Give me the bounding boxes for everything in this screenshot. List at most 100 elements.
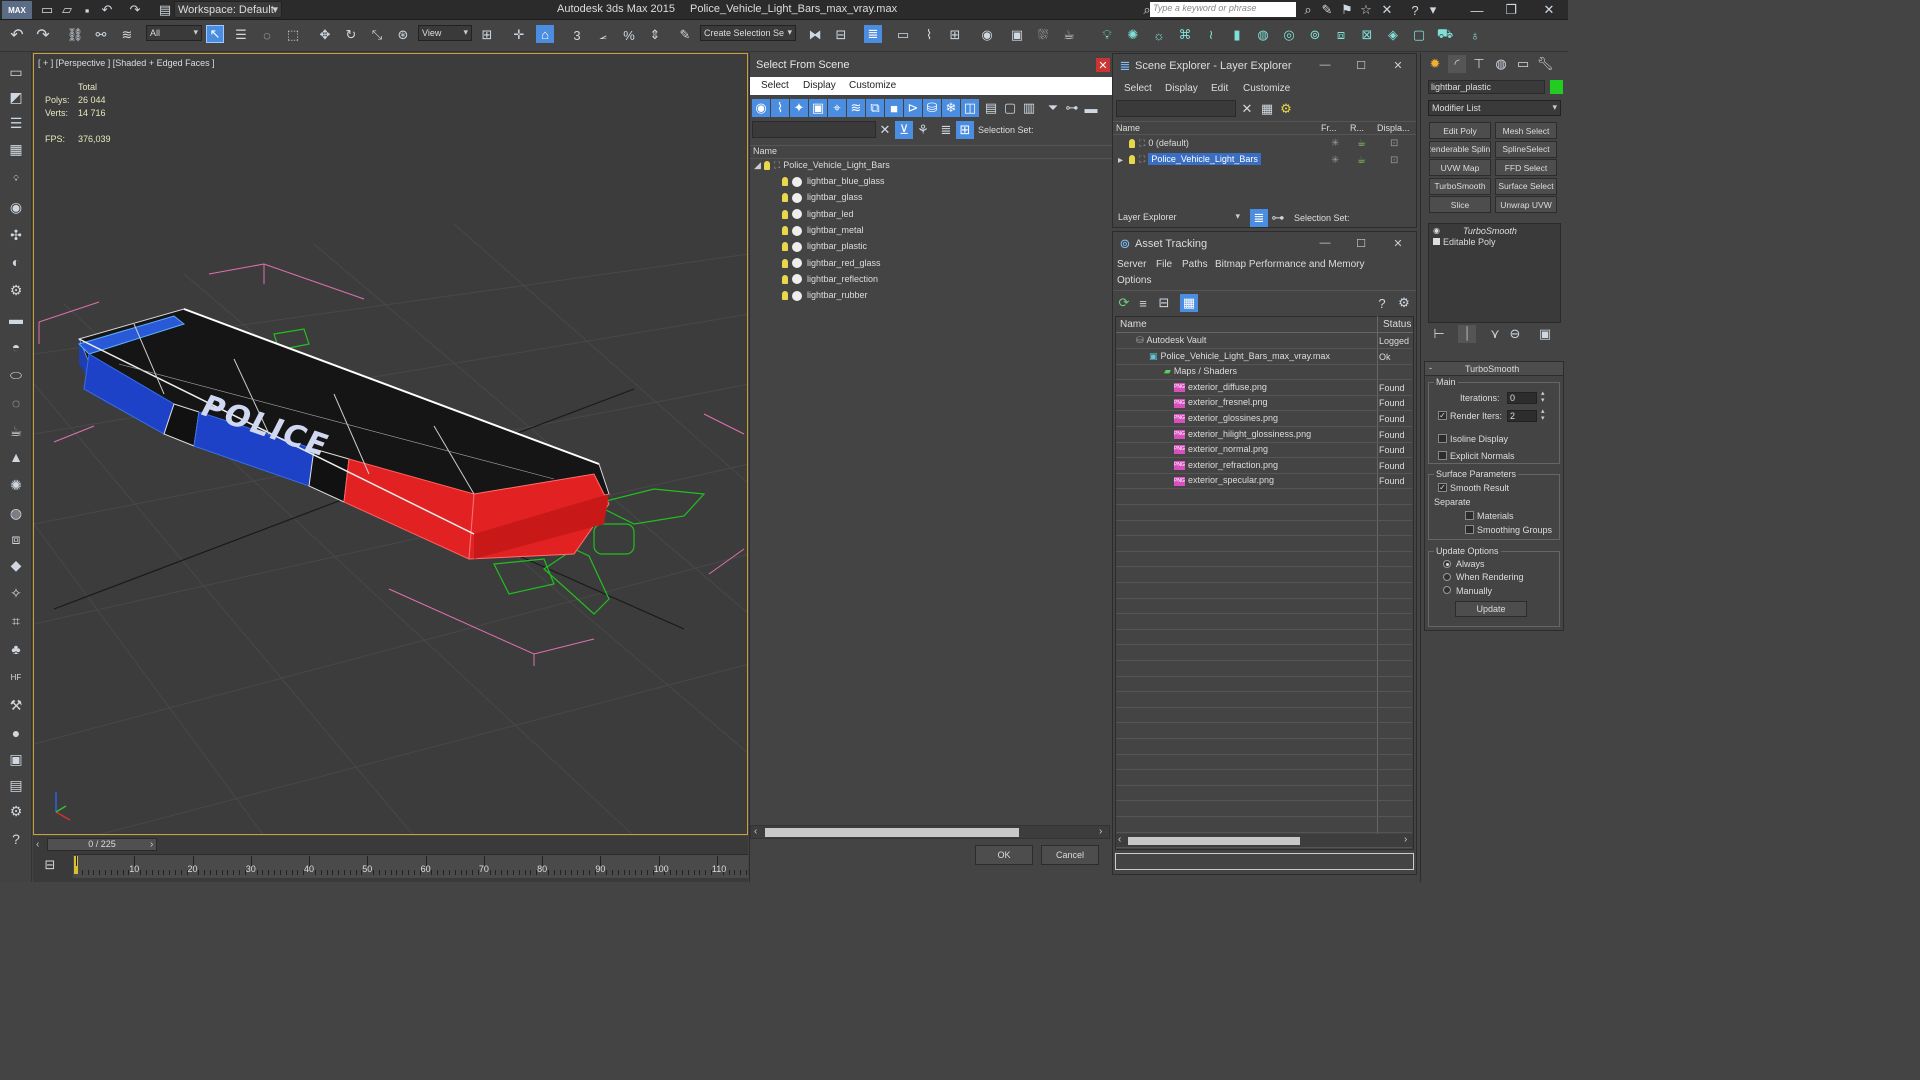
workspace-dropdown[interactable]: Workspace: Default [174, 1, 282, 18]
at-row-max-file[interactable]: ▣ Police_Vehicle_Light_Bars_max_vray.max [1149, 351, 1330, 367]
camera-icon[interactable]: ◉ [7, 198, 25, 216]
sun-icon[interactable]: ✺ [7, 476, 25, 494]
at-row-map[interactable]: PNG exterior_glossines.png [1174, 413, 1278, 429]
sfs-object-row[interactable]: lightbar_rubber [782, 290, 868, 306]
light-bulb-icon[interactable] [782, 242, 788, 252]
sfs-menu-customize[interactable]: Customize [849, 80, 896, 91]
vray-plane-icon[interactable]: ▮ [1228, 26, 1246, 44]
at-table-view-icon[interactable]: ⊟ [1155, 294, 1173, 312]
light-bulb-icon[interactable] [782, 291, 788, 301]
make-unique-icon[interactable]: ⋎ [1486, 325, 1504, 343]
pin-stack-icon[interactable]: ⊢ [1430, 325, 1448, 343]
iterations-spinner[interactable]: 0 [1507, 392, 1537, 404]
display-tab-icon[interactable]: ▭ [1514, 55, 1532, 73]
keyboard-shortcut-toggle-icon[interactable]: ⌂ [536, 25, 554, 43]
at-grid-view-icon[interactable]: ▦ [1180, 294, 1198, 312]
se-col-render[interactable]: R... [1350, 123, 1364, 133]
sphere-grey-icon[interactable]: ● [7, 724, 25, 742]
scroll-left-arrow[interactable]: ‹ [754, 826, 757, 837]
at-menu-bitmap[interactable]: Bitmap Performance and Memory [1215, 259, 1365, 270]
se-search-field[interactable] [1116, 100, 1236, 117]
curve-editor-icon[interactable]: ⌇ [920, 26, 938, 44]
schematic-view-icon[interactable]: ⊞ [946, 26, 964, 44]
modify-tab-icon[interactable]: ◜ [1448, 55, 1466, 73]
subscription-icon[interactable]: ⚑ [1338, 1, 1356, 19]
render-iters-spinner-arrows[interactable]: ▴ ▾ [1541, 408, 1545, 422]
text-icon[interactable]: HF [7, 668, 25, 686]
dialog-close-icon[interactable]: ✕ [1096, 58, 1110, 72]
se-col-display[interactable]: Displa... [1377, 123, 1410, 133]
edit-named-selection-icon[interactable]: ✎ [676, 26, 694, 44]
smoothing-groups-checkbox[interactable] [1465, 525, 1474, 534]
create-tab-icon[interactable]: ✹ [1426, 55, 1444, 73]
spacewarp-icon[interactable]: ◐ [7, 253, 25, 271]
modifier-set-button[interactable]: Mesh Select [1495, 122, 1557, 139]
select-none-icon[interactable]: ▢ [1001, 99, 1019, 117]
select-by-name-icon[interactable]: ☰ [232, 26, 250, 44]
open-mini-curve-editor-icon[interactable]: ⊟ [41, 856, 59, 874]
search-icon[interactable]: ⌕ [1299, 1, 1317, 19]
rollout-collapse[interactable]: - [1429, 363, 1432, 373]
se-minimize-icon[interactable]: — [1318, 58, 1332, 72]
stack-turbosmooth[interactable]: TurboSmooth [1463, 226, 1517, 236]
at-menu-server[interactable]: Server [1117, 259, 1146, 270]
remove-modifier-icon[interactable]: ⊖ [1506, 325, 1524, 343]
modifier-set-button[interactable]: Slice [1429, 196, 1491, 214]
find-wildcard-icon[interactable]: ⚘ [914, 121, 932, 139]
vray-frame-buffer-icon[interactable]: ◎ [1280, 26, 1298, 44]
object-color-swatch[interactable] [1550, 80, 1563, 94]
light-bulb-icon[interactable] [782, 193, 788, 203]
percent-snap-icon[interactable]: % [620, 26, 638, 44]
sfs-object-row[interactable]: lightbar_plastic [782, 241, 867, 257]
find-case-icon[interactable]: ⊻ [895, 121, 913, 139]
modifier-set-button[interactable]: UVW Map [1429, 159, 1491, 177]
hierarchy-icon[interactable]: ⊶ [1063, 99, 1081, 117]
region-select-icon[interactable]: ◌ [258, 26, 276, 44]
display-xrefs-icon[interactable]: ■ [885, 99, 903, 117]
update-always-radio[interactable] [1443, 560, 1451, 568]
se-new-layer-icon[interactable]: ▦ [1258, 100, 1276, 118]
create-box-icon[interactable]: ▭ [7, 63, 25, 81]
at-col-name[interactable]: Name [1120, 319, 1147, 330]
vray-light-icon[interactable]: ✺ [1124, 26, 1142, 44]
reference-coordinate-dropdown[interactable]: View [418, 25, 472, 41]
se-layer-mode-icon[interactable]: ≣ [1250, 209, 1268, 227]
light-bulb-icon[interactable] [782, 177, 788, 187]
vray-light-bulb-icon[interactable]: ♁ [1466, 26, 1484, 44]
new-file-icon[interactable]: ▭ [38, 1, 56, 19]
perspective-viewport[interactable]: [ + ] [Perspective ] [Shaded + Edged Fac… [33, 53, 748, 835]
se-explorer-type-dropdown[interactable]: Layer Explorer [1115, 210, 1243, 226]
show-end-result-icon[interactable]: ⏐ [1458, 325, 1476, 343]
layer-explorer-toggle-icon[interactable]: ≣ [864, 25, 882, 43]
favorites-star-icon[interactable]: ☆ [1357, 1, 1375, 19]
viewport-label[interactable]: [ + ] [Perspective ] [Shaded + Edged Fac… [38, 58, 215, 68]
se-menu-select[interactable]: Select [1124, 83, 1152, 94]
selection-filter-dropdown[interactable]: All [146, 25, 202, 41]
cone-icon[interactable]: ▲ [7, 448, 25, 466]
expand-arrow-icon[interactable]: ◢ [754, 160, 761, 170]
display-cameras-icon[interactable]: ▣ [809, 99, 827, 117]
exchange-close-icon[interactable]: ✕ [1378, 1, 1396, 19]
at-menu-options[interactable]: Options [1117, 275, 1151, 286]
light-bulb-icon[interactable] [782, 226, 788, 236]
modifier-set-button[interactable]: SplineSelect [1495, 140, 1557, 158]
explicit-normals-checkbox[interactable] [1438, 451, 1447, 460]
helper-icon[interactable]: ✣ [7, 226, 25, 244]
select-all-icon[interactable]: ▤ [982, 99, 1000, 117]
unlink-icon[interactable]: ⚯ [92, 26, 110, 44]
display-bones-icon[interactable]: ⊳ [904, 99, 922, 117]
materials-checkbox[interactable] [1465, 511, 1474, 520]
hierarchy-tab-icon[interactable]: ⊤ [1470, 55, 1488, 73]
vray-exposure-icon[interactable]: ⧈ [1332, 26, 1350, 44]
update-manually-radio[interactable] [1443, 586, 1451, 594]
filter-icon[interactable]: ⏷ [1044, 99, 1062, 117]
window-crossing-icon[interactable]: ⬚ [284, 26, 302, 44]
layers-icon[interactable]: ≣ [937, 121, 955, 139]
modifier-set-button[interactable]: Unwrap UVW [1495, 196, 1557, 214]
select-object-icon[interactable]: ↖ [206, 25, 224, 43]
material-editor-icon[interactable]: ◉ [978, 26, 996, 44]
box-primitive-icon[interactable]: ▬ [7, 310, 25, 328]
smooth-result-checkbox[interactable]: ✓ [1438, 483, 1447, 492]
modifier-set-button[interactable]: Edit Poly [1429, 122, 1491, 139]
display-lights-icon[interactable]: ✦ [790, 99, 808, 117]
